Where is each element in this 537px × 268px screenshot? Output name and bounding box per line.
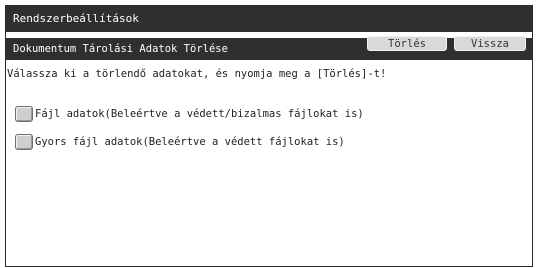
option-quick-file-data[interactable]: Gyors fájl adatok(Beleértve a védett fáj…: [15, 134, 345, 150]
window-title: Rendszerbeállítások: [6, 6, 532, 32]
file-data-label: Fájl adatok(Beleértve a védett/bizalmas …: [35, 108, 364, 120]
quick-file-data-checkbox[interactable]: [15, 134, 33, 150]
option-file-data[interactable]: Fájl adatok(Beleértve a védett/bizalmas …: [15, 106, 364, 122]
instruction-text: Válassza ki a törlendő adatokat, és nyom…: [7, 68, 387, 80]
file-data-checkbox[interactable]: [15, 106, 33, 122]
back-button[interactable]: Vissza: [454, 36, 526, 51]
quick-file-data-label: Gyors fájl adatok(Beleértve a védett fáj…: [35, 136, 345, 148]
delete-button[interactable]: Törlés: [367, 36, 447, 51]
